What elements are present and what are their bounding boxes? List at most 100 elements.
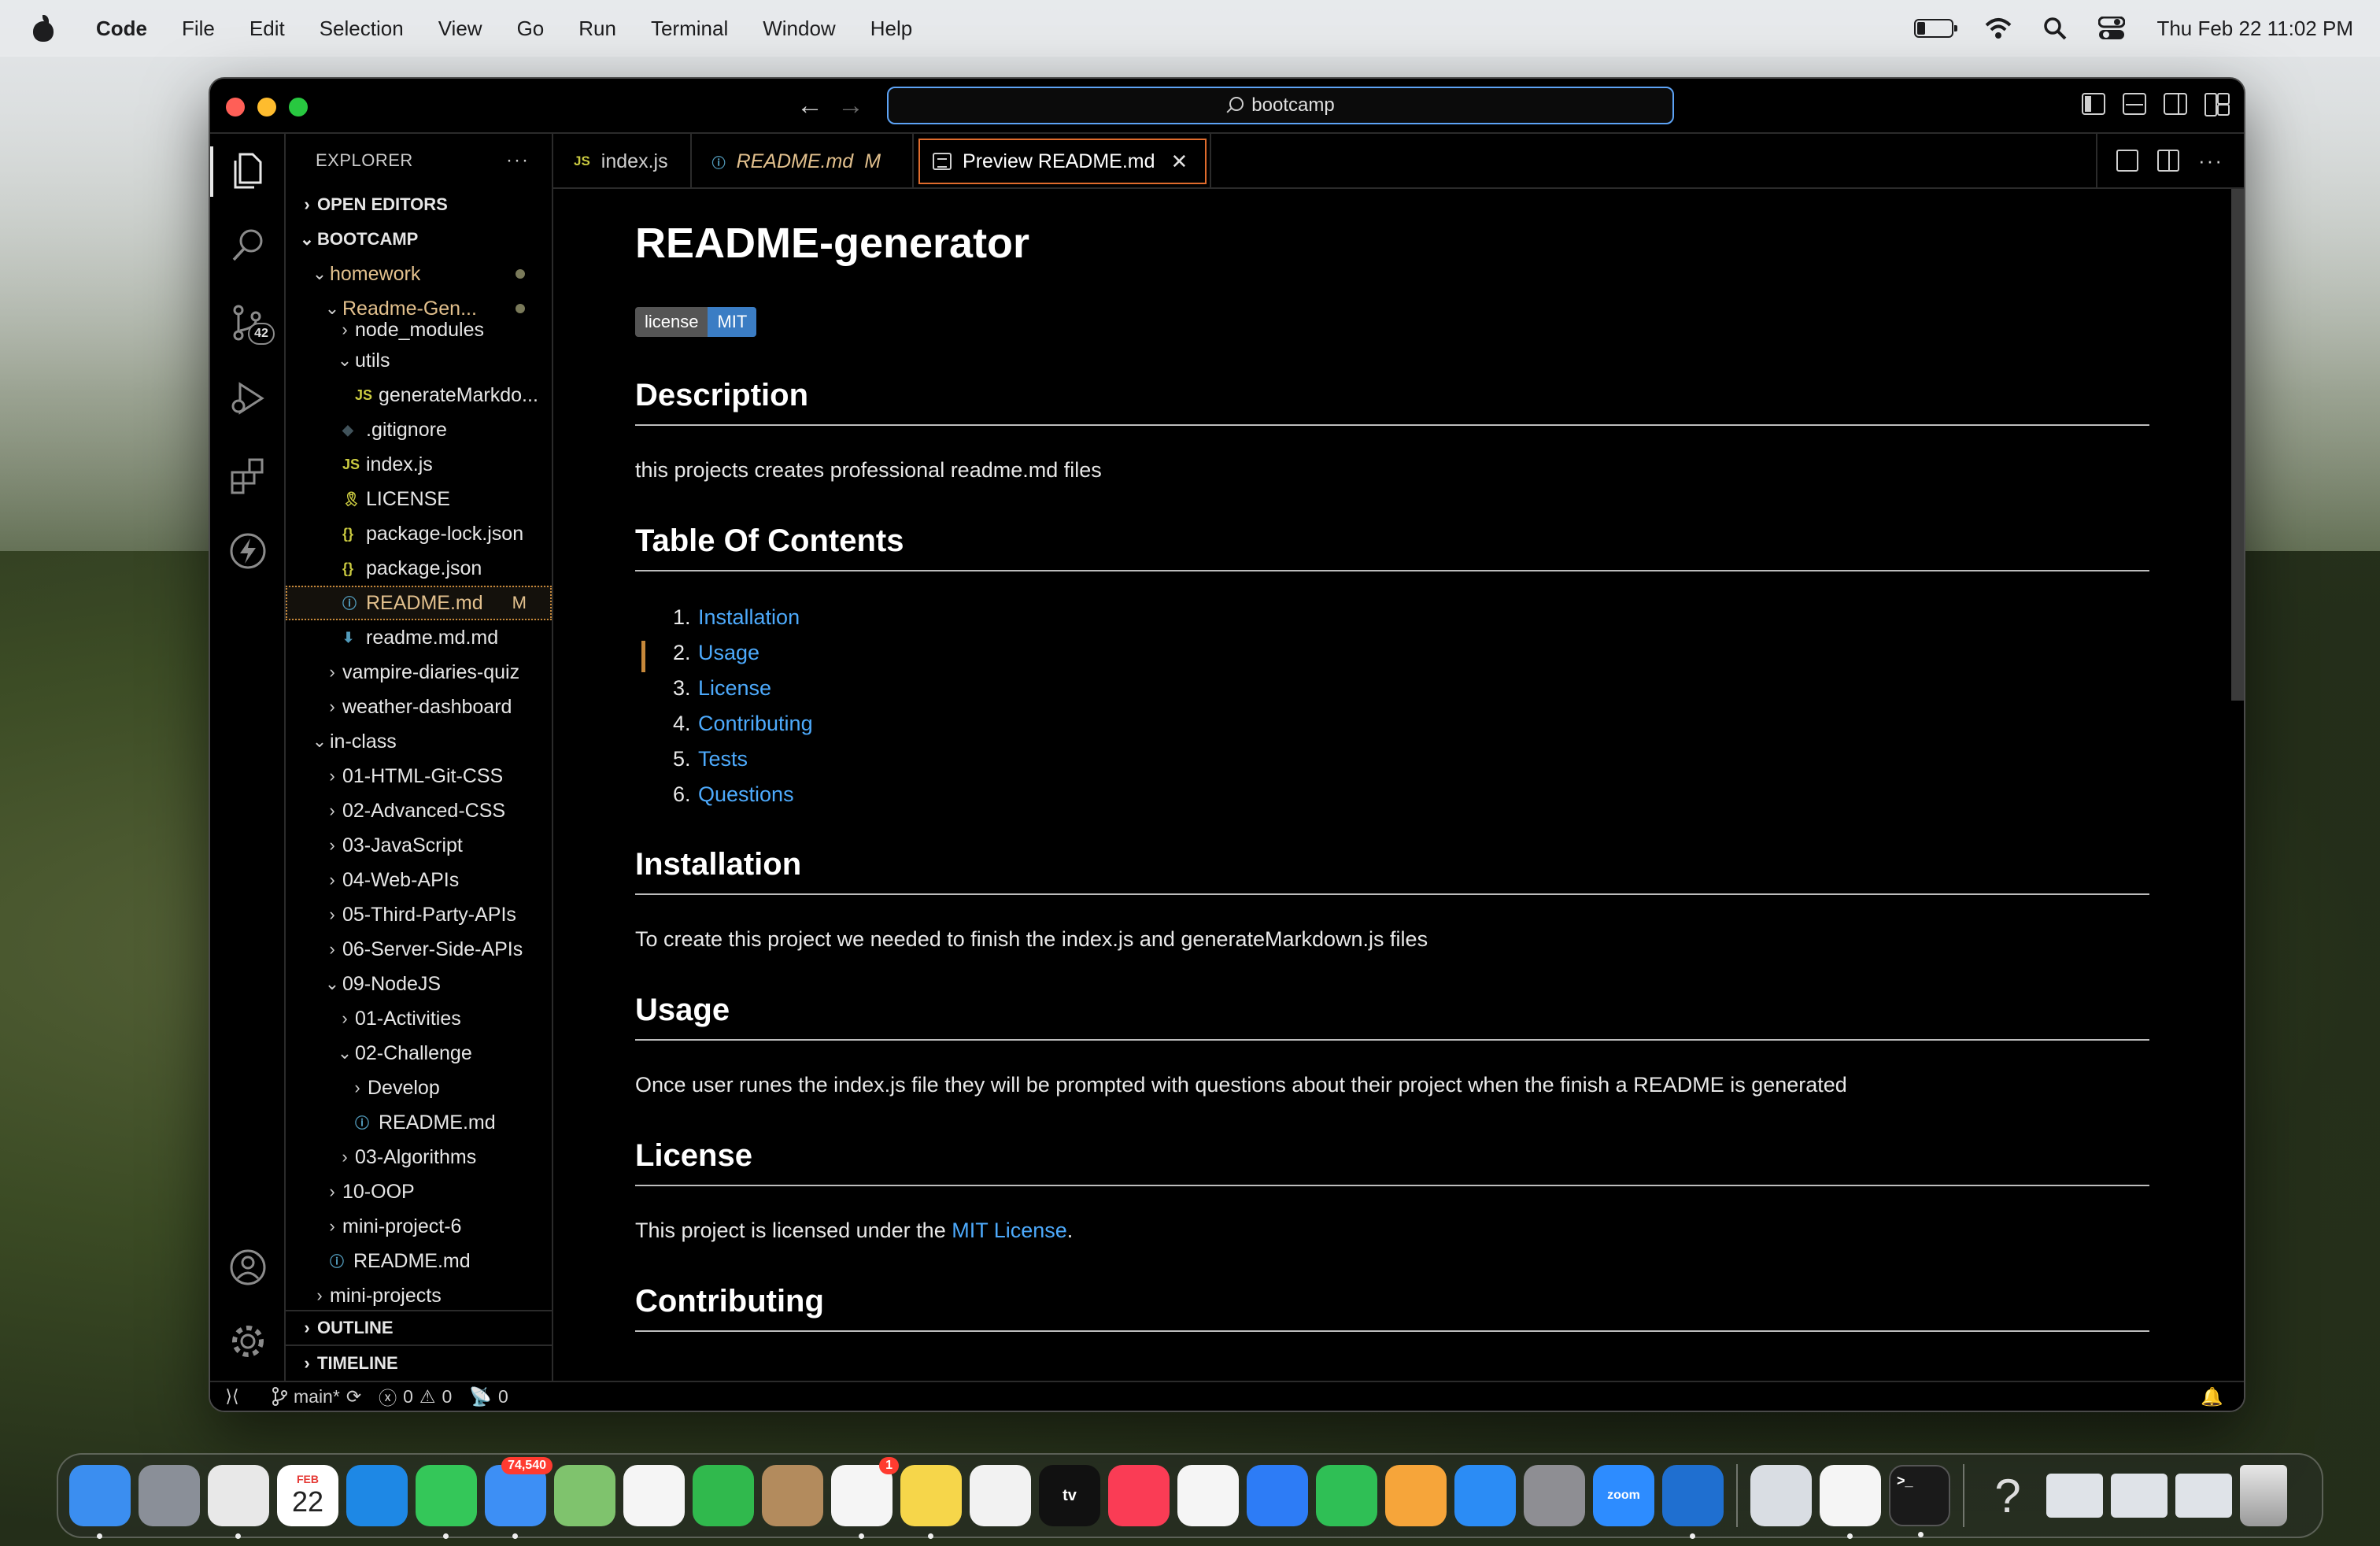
- preview-scrollbar[interactable]: [2231, 189, 2244, 701]
- settings-gear-icon[interactable]: [229, 1322, 267, 1360]
- tree-file[interactable]: ⓘ README.md M: [286, 586, 552, 620]
- zoom-window-button[interactable]: [289, 98, 308, 117]
- toc-link[interactable]: License: [698, 676, 771, 700]
- menu-view[interactable]: View: [438, 17, 482, 41]
- dock-keynote-icon[interactable]: [1247, 1465, 1308, 1526]
- control-center-icon[interactable]: [2098, 17, 2126, 40]
- toc-link[interactable]: Installation: [698, 605, 800, 629]
- dock-facetime-icon[interactable]: [693, 1465, 754, 1526]
- tree-folder[interactable]: › 10-OOP: [286, 1174, 552, 1209]
- tree-folder[interactable]: › mini-project-6: [286, 1209, 552, 1244]
- branch-indicator[interactable]: main* ⟳: [272, 1386, 361, 1407]
- menu-run[interactable]: Run: [578, 17, 616, 41]
- open-editors-section[interactable]: › OPEN EDITORS: [286, 187, 552, 222]
- tree-folder[interactable]: › 04-Web-APIs: [286, 863, 552, 897]
- thunder-client-icon[interactable]: [229, 532, 267, 570]
- timeline-section[interactable]: › TIMELINE: [286, 1346, 552, 1381]
- dock-terminal-icon[interactable]: >_: [1889, 1465, 1950, 1537]
- command-center[interactable]: bootcamp: [887, 87, 1674, 124]
- open-source-icon[interactable]: [2116, 150, 2139, 172]
- dock-music-icon[interactable]: [1108, 1465, 1170, 1526]
- menu-file[interactable]: File: [182, 17, 215, 41]
- spotlight-search-icon[interactable]: [2043, 17, 2067, 40]
- toc-link[interactable]: Questions: [698, 782, 794, 806]
- dock-app-store-icon[interactable]: [1454, 1465, 1516, 1526]
- tab-preview-readme[interactable]: Preview README.md ✕: [914, 134, 1212, 189]
- menu-selection[interactable]: Selection: [320, 17, 404, 41]
- dock-system-settings-icon[interactable]: [1524, 1465, 1585, 1526]
- tab-readme-md[interactable]: ⓘ README.md M: [692, 134, 915, 189]
- tree-folder[interactable]: › mini-projects: [286, 1278, 552, 1313]
- tree-file[interactable]: {} package-lock.json: [286, 516, 552, 551]
- source-control-icon[interactable]: 42: [229, 304, 275, 354]
- toggle-panel-icon[interactable]: [2123, 93, 2146, 115]
- tree-folder[interactable]: ⌄ in-class: [286, 724, 552, 759]
- menu-edit[interactable]: Edit: [249, 17, 285, 41]
- tree-folder[interactable]: › 02-Advanced-CSS: [286, 793, 552, 828]
- outline-section[interactable]: › OUTLINE: [286, 1311, 552, 1346]
- tree-folder[interactable]: ⌄ utils: [286, 343, 552, 378]
- remote-indicator-icon[interactable]: ⟩⟨: [210, 1386, 254, 1407]
- dock-notes-icon[interactable]: [900, 1465, 962, 1539]
- dock-numbers-icon[interactable]: [1316, 1465, 1377, 1526]
- sync-icon[interactable]: ⟳: [346, 1386, 361, 1407]
- dock-launchpad-icon[interactable]: [139, 1465, 200, 1526]
- menu-clock[interactable]: Thu Feb 22 11:02 PM: [2156, 17, 2353, 41]
- dock-contacts-icon[interactable]: [762, 1465, 823, 1526]
- toc-link[interactable]: Tests: [698, 747, 748, 771]
- license-badge[interactable]: license MIT: [635, 307, 757, 337]
- dock-tv-icon[interactable]: tv: [1039, 1465, 1100, 1526]
- close-tab-icon[interactable]: ✕: [1171, 150, 1188, 174]
- tree-file[interactable]: ◆ .gitignore: [286, 412, 552, 447]
- dock-freeform-icon[interactable]: [970, 1465, 1031, 1526]
- tree-file[interactable]: 🎗 LICENSE: [286, 482, 552, 516]
- dock-minimized-window-3[interactable]: [2175, 1474, 2232, 1518]
- explorer-more-actions-icon[interactable]: ···: [506, 150, 530, 172]
- menu-terminal[interactable]: Terminal: [651, 17, 728, 41]
- dock-slack-icon[interactable]: [1820, 1465, 1881, 1539]
- tree-file[interactable]: {} package.json: [286, 551, 552, 586]
- dock-reminders-icon[interactable]: 1: [831, 1457, 899, 1539]
- dock-chrome-icon[interactable]: [208, 1465, 269, 1539]
- dock-photos-icon[interactable]: [623, 1465, 685, 1526]
- tree-file[interactable]: JS generateMarkdo...: [286, 378, 552, 412]
- tree-file[interactable]: ⬇ readme.md.md: [286, 620, 552, 655]
- tree-folder[interactable]: › weather-dashboard: [286, 690, 552, 724]
- dock-minimized-window-1[interactable]: [2046, 1474, 2103, 1518]
- tree-folder[interactable]: › Develop: [286, 1071, 552, 1105]
- dock-mail-icon[interactable]: 74,540: [485, 1457, 552, 1539]
- wifi-icon[interactable]: [1985, 17, 2012, 39]
- mit-license-link[interactable]: MIT License: [952, 1219, 1067, 1242]
- dock-maps-icon[interactable]: [554, 1465, 615, 1526]
- forward-arrow-icon[interactable]: →: [835, 90, 867, 121]
- tree-file[interactable]: ⓘ README.md: [286, 1105, 552, 1140]
- tree-folder[interactable]: › 01-Activities: [286, 1001, 552, 1036]
- tree-folder[interactable]: › 06-Server-Side-APIs: [286, 932, 552, 967]
- notifications-bell-icon[interactable]: 🔔: [2201, 1386, 2223, 1407]
- editor-more-actions-icon[interactable]: ···: [2198, 149, 2223, 173]
- toggle-secondary-sidebar-icon[interactable]: [2164, 93, 2187, 115]
- customize-layout-icon[interactable]: [2204, 93, 2230, 117]
- dock-vscode-icon[interactable]: [1662, 1465, 1724, 1539]
- dock-zoom-icon[interactable]: zoom: [1593, 1465, 1654, 1526]
- tree-folder[interactable]: › node_modules: [286, 316, 552, 343]
- tree-folder[interactable]: ⌄ 09-NodeJS: [286, 967, 552, 1001]
- ports-indicator[interactable]: 📡 0: [469, 1386, 508, 1407]
- tree-folder[interactable]: › 03-JavaScript: [286, 828, 552, 863]
- tree-file[interactable]: JS index.js: [286, 447, 552, 482]
- menu-window[interactable]: Window: [763, 17, 835, 41]
- dock-minimized-window-2[interactable]: [2111, 1474, 2168, 1518]
- dock-trash-icon[interactable]: [2240, 1465, 2287, 1526]
- apple-icon[interactable]: [31, 15, 55, 42]
- toggle-primary-sidebar-icon[interactable]: [2082, 93, 2105, 115]
- dock-safari-icon[interactable]: [346, 1465, 408, 1526]
- account-icon[interactable]: [229, 1248, 267, 1286]
- tree-folder[interactable]: ⌄ 02-Challenge: [286, 1036, 552, 1071]
- workspace-section[interactable]: ⌄ BOOTCAMP: [286, 222, 552, 257]
- tree-folder[interactable]: › vampire-diaries-quiz: [286, 655, 552, 690]
- tree-folder[interactable]: › 05-Third-Party-APIs: [286, 897, 552, 932]
- tab-index-js[interactable]: JS index.js: [553, 134, 692, 189]
- dock-messages-icon[interactable]: [416, 1465, 477, 1539]
- toc-link[interactable]: Usage: [698, 641, 759, 664]
- tree-file[interactable]: ⓘ README.md: [286, 1244, 552, 1278]
